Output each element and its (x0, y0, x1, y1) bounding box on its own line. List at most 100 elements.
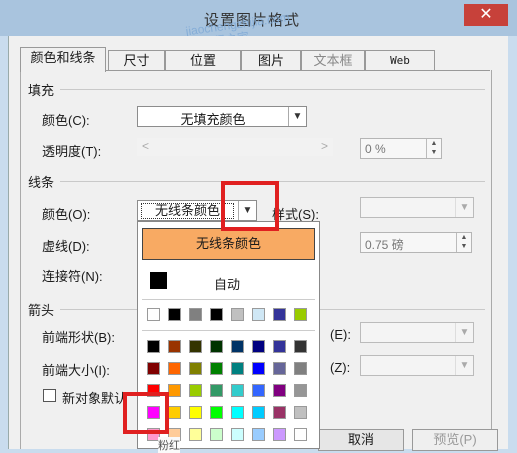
auto-color-label[interactable]: 自动 (214, 274, 240, 293)
tab-label: 文本框 (313, 53, 353, 68)
palette-color-swatch[interactable] (210, 428, 223, 441)
slider-right-arrow-icon: > (320, 139, 328, 153)
palette-color-swatch[interactable] (252, 362, 265, 375)
palette-color-swatch[interactable] (294, 340, 307, 353)
begin-style-label: 前端形状(B): (42, 330, 115, 345)
chevron-down-icon: ▼ (288, 107, 306, 126)
window-edge (508, 36, 517, 449)
highlight-dropdown-box (221, 181, 279, 231)
tab-label: 位置 (189, 53, 216, 68)
recent-color-swatch[interactable] (210, 308, 223, 321)
palette-color-swatch[interactable] (231, 362, 244, 375)
cancel-button[interactable]: 取消 (318, 429, 404, 451)
line-weight-value: 0.75 磅 (365, 238, 404, 252)
tab-picture[interactable]: 图片 (241, 50, 301, 72)
popup-separator (142, 330, 315, 331)
palette-color-swatch[interactable] (210, 362, 223, 375)
palette-color-swatch[interactable] (273, 362, 286, 375)
palette-color-swatch[interactable] (273, 340, 286, 353)
highlight-pink-box (123, 392, 169, 434)
line-section-label: 线条 (28, 175, 55, 190)
default-checkbox-label: 新对象默认 (62, 391, 128, 406)
palette-color-swatch[interactable] (168, 340, 181, 353)
chevron-down-icon: ▼ (455, 198, 473, 217)
dash-label: 虚线(D): (42, 239, 90, 254)
tab-color-lines[interactable]: 颜色和线条 (20, 47, 106, 72)
recent-color-swatch[interactable] (147, 308, 160, 321)
close-button[interactable]: ✕ (464, 4, 508, 26)
recent-color-swatch[interactable] (189, 308, 202, 321)
tab-web[interactable]: Web (365, 50, 435, 72)
transparency-value: 0 % (365, 142, 386, 156)
transparency-label: 透明度(T): (42, 144, 102, 159)
auto-color-swatch[interactable] (150, 272, 167, 289)
preview-button[interactable]: 预览(P) (412, 429, 498, 451)
line-weight-spinner[interactable]: 0.75 磅 ▲ ▼ (360, 232, 472, 253)
tab-label: 尺寸 (123, 53, 150, 68)
tab-textbox[interactable]: 文本框 (301, 50, 365, 72)
line-style-combo[interactable]: ▼ (360, 197, 474, 218)
palette-color-swatch[interactable] (252, 428, 265, 441)
arrows-section-label: 箭头 (28, 303, 55, 318)
palette-color-swatch[interactable] (252, 340, 265, 353)
spinner-arrows-icon: ▲ ▼ (456, 233, 471, 252)
color-tooltip: 粉红 (158, 437, 180, 453)
palette-color-swatch[interactable] (147, 362, 160, 375)
palette-color-swatch[interactable] (231, 428, 244, 441)
palette-color-swatch[interactable] (168, 406, 181, 419)
line-color-label: 颜色(O): (42, 207, 91, 222)
palette-color-swatch[interactable] (231, 406, 244, 419)
fill-separator (60, 89, 485, 90)
palette-color-swatch[interactable] (252, 406, 265, 419)
connector-label: 连接符(N): (42, 269, 103, 284)
palette-color-swatch[interactable] (273, 406, 286, 419)
recent-color-swatch[interactable] (273, 308, 286, 321)
end-style-combo[interactable]: ▼ (360, 322, 474, 343)
end-size-combo[interactable]: ▼ (360, 355, 474, 376)
palette-color-swatch[interactable] (294, 428, 307, 441)
chevron-down-icon: ▼ (455, 356, 473, 375)
fill-section-label: 填充 (28, 83, 55, 98)
palette-color-swatch[interactable] (210, 406, 223, 419)
end-style-label: (E): (330, 327, 351, 342)
popup-separator (142, 299, 315, 300)
fill-color-value: 无填充颜色 (180, 112, 246, 127)
palette-color-swatch[interactable] (210, 340, 223, 353)
transparency-spinner[interactable]: 0 % ▲ ▼ (360, 138, 442, 159)
palette-color-swatch[interactable] (168, 362, 181, 375)
fill-color-label: 颜色(C): (42, 113, 90, 128)
palette-color-swatch[interactable] (168, 384, 181, 397)
tab-position[interactable]: 位置 (165, 50, 241, 72)
close-icon: ✕ (479, 6, 493, 23)
tab-label: 图片 (257, 53, 284, 68)
palette-color-swatch[interactable] (294, 406, 307, 419)
palette-color-swatch[interactable] (189, 384, 202, 397)
palette-color-swatch[interactable] (273, 384, 286, 397)
palette-color-swatch[interactable] (189, 340, 202, 353)
palette-color-swatch[interactable] (231, 384, 244, 397)
palette-color-swatch[interactable] (210, 384, 223, 397)
chevron-down-icon: ▼ (455, 323, 473, 342)
palette-color-swatch[interactable] (147, 340, 160, 353)
recent-color-swatch[interactable] (294, 308, 307, 321)
palette-color-swatch[interactable] (294, 384, 307, 397)
end-size-label: (Z): (330, 360, 351, 375)
default-checkbox[interactable] (43, 389, 56, 402)
transparency-slider[interactable]: < > (137, 138, 333, 156)
spinner-arrows-icon: ▲ ▼ (426, 139, 441, 158)
recent-color-swatch[interactable] (231, 308, 244, 321)
no-line-color-button[interactable]: 无线条颜色 (142, 228, 315, 260)
palette-color-swatch[interactable] (189, 362, 202, 375)
recent-color-swatch[interactable] (168, 308, 181, 321)
palette-color-swatch[interactable] (231, 340, 244, 353)
recent-color-swatch[interactable] (252, 308, 265, 321)
palette-color-swatch[interactable] (273, 428, 286, 441)
palette-color-swatch[interactable] (189, 428, 202, 441)
fill-color-combo[interactable]: 无填充颜色 ▼ (137, 106, 307, 127)
slider-left-arrow-icon: < (142, 139, 150, 153)
tab-size[interactable]: 尺寸 (108, 50, 165, 72)
palette-color-swatch[interactable] (189, 406, 202, 419)
palette-color-swatch[interactable] (294, 362, 307, 375)
palette-color-swatch[interactable] (252, 384, 265, 397)
tab-label: Web (390, 54, 410, 67)
